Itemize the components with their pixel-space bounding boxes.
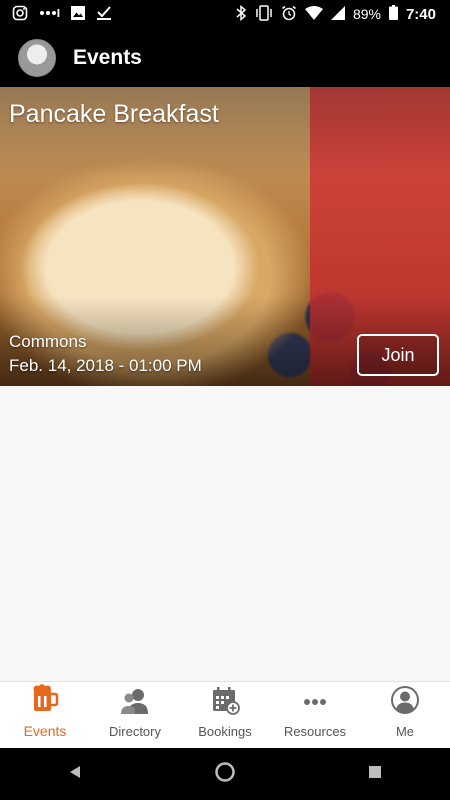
bluetooth-icon <box>235 4 247 24</box>
tab-label-bookings: Bookings <box>198 724 252 739</box>
image-icon <box>70 5 86 24</box>
signal-icon <box>330 5 345 23</box>
home-circle-icon <box>214 761 236 788</box>
more-notifications-icon <box>38 6 60 23</box>
more-dots-icon <box>300 689 330 720</box>
home-button[interactable] <box>205 754 245 794</box>
wifi-icon <box>304 5 323 23</box>
tab-events[interactable]: Events <box>0 682 90 748</box>
event-location: Commons <box>9 332 87 351</box>
calendar-add-icon <box>210 685 240 720</box>
status-left <box>0 5 112 24</box>
bottom-tab-bar: Events Directory Bookings Resources Me <box>0 681 450 748</box>
status-bar: 89% 7:40 <box>0 0 450 28</box>
back-button[interactable] <box>55 754 95 794</box>
clock-time: 7:40 <box>405 5 436 23</box>
instagram-icon <box>12 5 28 24</box>
tab-directory[interactable]: Directory <box>90 682 180 748</box>
status-right: 89% 7:40 <box>235 4 450 24</box>
page-title: Events <box>73 45 142 69</box>
system-nav-bar <box>0 748 450 800</box>
tab-label-me: Me <box>395 724 415 739</box>
task-check-icon <box>96 5 112 24</box>
event-datetime: Feb. 14, 2018 - 01:00 PM <box>9 356 202 375</box>
user-circle-icon <box>390 685 420 720</box>
app-bar: Events <box>0 28 450 87</box>
tab-me[interactable]: Me <box>360 682 450 748</box>
battery-icon <box>388 5 398 23</box>
alarm-icon <box>281 5 297 24</box>
avatar[interactable] <box>18 38 56 77</box>
back-triangle-icon <box>67 764 83 785</box>
beer-mug-icon <box>30 684 60 719</box>
people-icon <box>120 687 150 720</box>
tab-bookings[interactable]: Bookings <box>180 682 270 748</box>
tab-label-directory: Directory <box>108 724 161 739</box>
tab-resources[interactable]: Resources <box>270 682 360 748</box>
tab-label-events: Events <box>23 723 67 739</box>
event-card[interactable]: Pancake Breakfast Commons Feb. 14, 2018 … <box>0 87 450 386</box>
tab-label-resources: Resources <box>283 724 347 739</box>
battery-percent: 89% <box>352 6 381 22</box>
event-title: Pancake Breakfast <box>9 100 219 128</box>
events-list: Pancake Breakfast Commons Feb. 14, 2018 … <box>0 87 450 681</box>
recents-button[interactable] <box>355 754 395 794</box>
join-button[interactable]: Join <box>357 334 439 376</box>
recents-square-icon <box>367 764 383 785</box>
vibrate-icon <box>255 4 273 24</box>
